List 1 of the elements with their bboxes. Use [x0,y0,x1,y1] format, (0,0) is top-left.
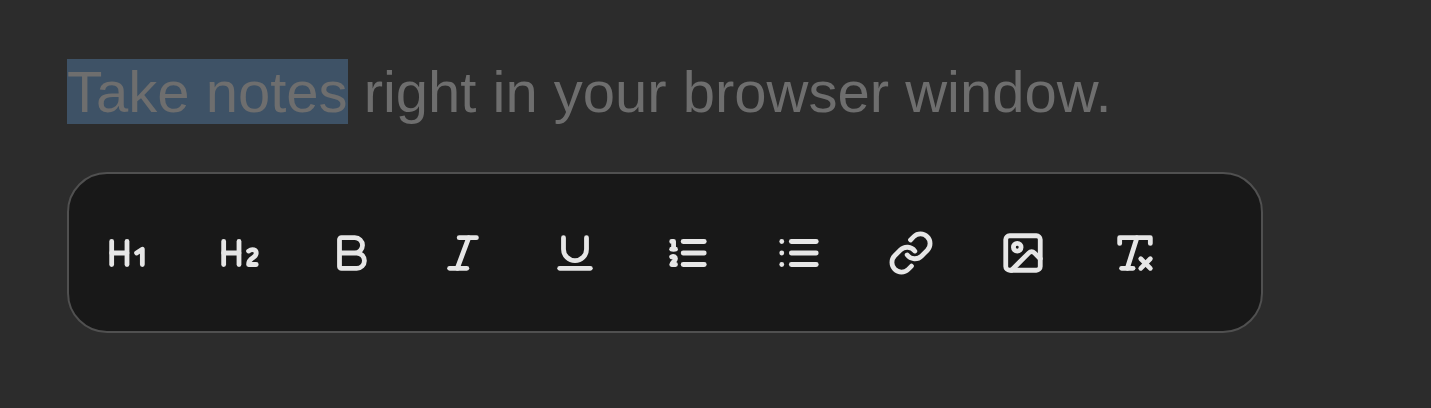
link-icon [888,229,934,276]
